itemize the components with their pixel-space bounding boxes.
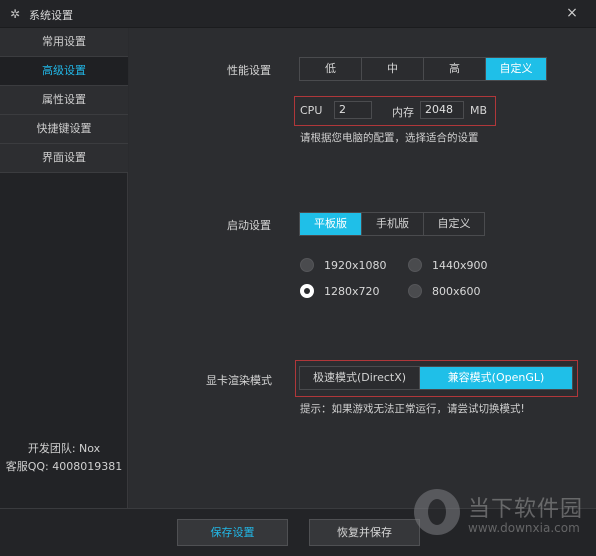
resolution-option[interactable]: 1440x900 [408,258,488,272]
render-hint: 提示：如果游戏无法正常运行，请尝试切换模式! [300,403,525,415]
advanced-settings-panel: 性能设置 低 中 高 自定义 CPU 2 内存 2048 MB 请根据您电脑的配… [129,28,596,508]
render-mode-selector: 极速模式(DirectX) 兼容模式(OpenGL) [299,366,573,390]
dev-team-info: 开发团队: Nox [27,442,101,455]
sidebar-item-shortcuts[interactable]: 快捷键设置 [0,115,128,144]
resolution-label: 1280x720 [324,284,380,298]
save-button[interactable]: 保存设置 [177,519,288,546]
memory-input[interactable]: 2048 [420,101,464,119]
radio-unchecked-icon[interactable] [408,284,422,298]
radio-checked-icon[interactable] [300,284,314,298]
settings-gear-icon: ✲ [9,7,21,21]
cpu-input[interactable]: 2 [334,101,372,119]
watermark-logo-icon [414,489,460,535]
render-directx-button[interactable]: 极速模式(DirectX) [300,367,420,389]
support-qq-info: 客服QQ: 4008019381 [5,460,123,473]
startup-phone-button[interactable]: 手机版 [362,213,424,235]
resolution-option[interactable]: 800x600 [408,284,481,298]
startup-custom-button[interactable]: 自定义 [424,213,484,235]
sidebar-item-general[interactable]: 常用设置 [0,28,128,57]
performance-low-button[interactable]: 低 [300,58,362,80]
render-opengl-button[interactable]: 兼容模式(OpenGL) [420,367,572,389]
performance-selector: 低 中 高 自定义 [299,57,547,81]
performance-medium-button[interactable]: 中 [362,58,424,80]
performance-custom-button[interactable]: 自定义 [486,58,546,80]
resolution-option[interactable]: 1920x1080 [300,258,387,272]
sidebar-item-properties[interactable]: 属性设置 [0,86,128,115]
startup-selector: 平板版 手机版 自定义 [299,212,485,236]
startup-tablet-button[interactable]: 平板版 [300,213,362,235]
sidebar-item-advanced[interactable]: 高级设置 [0,57,128,86]
restore-and-save-button[interactable]: 恢复并保存 [309,519,420,546]
sidebar-item-interface[interactable]: 界面设置 [0,144,128,173]
resolution-label: 1440x900 [432,258,488,272]
cpu-label: CPU [300,104,323,117]
radio-unchecked-icon[interactable] [300,258,314,272]
sidebar: 常用设置 高级设置 属性设置 快捷键设置 界面设置 开发团队: Nox 客服QQ… [0,28,128,508]
title-bar: ✲ 系统设置 × [0,0,596,28]
render-mode-label: 显卡渲染模式 [206,374,272,387]
memory-label: 内存 [392,106,414,119]
memory-unit-label: MB [470,104,488,117]
performance-high-button[interactable]: 高 [424,58,486,80]
watermark-url: www.downxia.com [468,521,580,535]
watermark: 当下软件园 www.downxia.com [410,487,596,547]
startup-label: 启动设置 [227,219,271,232]
radio-unchecked-icon[interactable] [408,258,422,272]
performance-hint: 请根据您电脑的配置，选择适合的设置 [300,132,479,144]
resolution-option[interactable]: 1280x720 [300,284,380,298]
resolution-label: 800x600 [432,284,481,298]
resolution-label: 1920x1080 [324,258,387,272]
watermark-name: 当下软件园 [468,497,584,522]
performance-label: 性能设置 [227,64,271,77]
window-title: 系统设置 [29,9,73,22]
close-icon[interactable]: × [564,5,580,21]
